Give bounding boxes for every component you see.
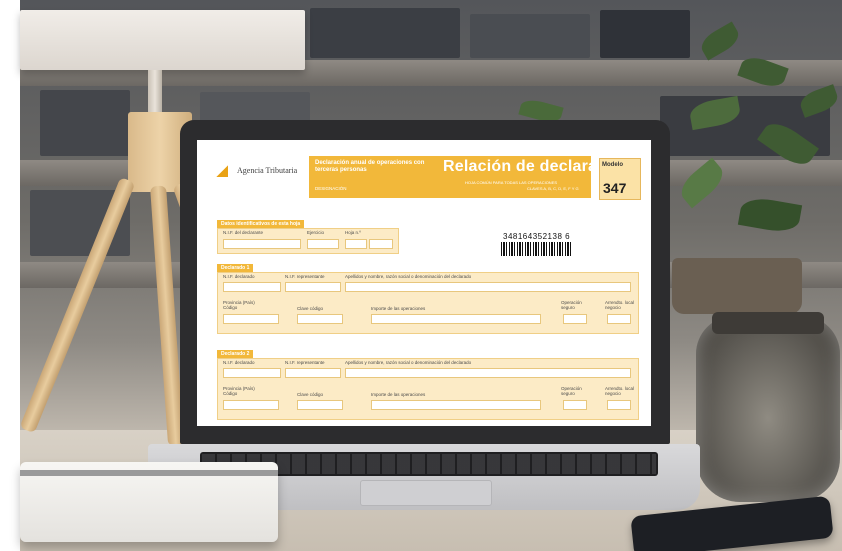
clave-field[interactable]: [297, 400, 343, 410]
hoja-field[interactable]: [345, 239, 367, 249]
field-label: Arrendto. local negocio: [605, 300, 635, 310]
importe-field[interactable]: [371, 314, 541, 324]
field-label: Ejercicio: [307, 230, 325, 235]
agency-name: Agencia Tributaria: [237, 166, 298, 175]
field-label: Apellidos y nombre, razón social o denom…: [345, 274, 472, 279]
barcode-number: 348164352138 6: [503, 232, 571, 241]
field-label: Operación seguro: [561, 300, 582, 310]
form-designation: DESIGNACIÓN: [315, 186, 347, 191]
hoja-total-field[interactable]: [369, 239, 393, 249]
form-note: CLAVES A, B, C, D, E, F Y G: [527, 186, 579, 191]
field-label: N.I.F. declarado: [223, 274, 255, 279]
nif-representante-field[interactable]: [285, 368, 341, 378]
modelo-label: Modelo: [602, 162, 623, 168]
section-tab: Declarado 2: [217, 350, 254, 358]
arrendamiento-field[interactable]: [607, 314, 631, 324]
arrendamiento-field[interactable]: [607, 400, 631, 410]
apellidos-field[interactable]: [345, 368, 631, 378]
field-label: Clave código: [297, 392, 324, 397]
field-label: Operación seguro: [561, 386, 582, 396]
field-label: Provincia (País) Código: [223, 300, 255, 310]
seguro-field[interactable]: [563, 314, 587, 324]
form-note: HOJA COMÚN PARA TODAS LAS OPERACIONES: [465, 180, 558, 185]
field-label: N.I.F. representante: [285, 360, 325, 365]
laptop-trackpad: [360, 480, 492, 506]
field-label: N.I.F. del declarante: [223, 230, 264, 235]
provincia-field[interactable]: [223, 314, 279, 324]
field-label: Hoja n.º: [345, 230, 361, 235]
provincia-field[interactable]: [223, 400, 279, 410]
nif-declarado-field[interactable]: [223, 368, 281, 378]
books: [600, 10, 690, 58]
books: [40, 90, 130, 156]
barcode: [501, 242, 573, 256]
field-label: Provincia (País) Código: [223, 386, 255, 396]
plant-pot: [672, 258, 802, 314]
field-label: Importe de las operaciones: [371, 392, 426, 397]
nif-representante-field[interactable]: [285, 282, 341, 292]
lamp-shade: [20, 10, 305, 70]
laptop-screen: ◢ Agencia Tributaria Declaración anual d…: [197, 140, 651, 426]
glass-jar: [696, 316, 840, 502]
field-label: Importe de las operaciones: [371, 306, 426, 311]
clave-field[interactable]: [297, 314, 343, 324]
photo-scene: ◢ Agencia Tributaria Declaración anual d…: [0, 0, 842, 551]
jar-lid: [712, 312, 824, 334]
importe-field[interactable]: [371, 400, 541, 410]
field-label: Apellidos y nombre, razón social o denom…: [345, 360, 472, 365]
field-label: N.I.F. declarado: [223, 360, 255, 365]
section-tab: Declarado 1: [217, 264, 254, 272]
nif-declarante-field[interactable]: [223, 239, 301, 249]
seguro-field[interactable]: [563, 400, 587, 410]
apellidos-field[interactable]: [345, 282, 631, 292]
form-subtitle: Declaración anual de operaciones con ter…: [315, 160, 425, 173]
image-margin: [0, 0, 20, 551]
nif-declarado-field[interactable]: [223, 282, 281, 292]
field-label: N.I.F. representante: [285, 274, 325, 279]
agency-logo-icon: ◢: [217, 162, 228, 178]
books: [310, 8, 460, 58]
field-label: Clave código: [297, 306, 324, 311]
books: [470, 14, 590, 58]
ejercicio-field[interactable]: [307, 239, 339, 249]
lamp-neck: [148, 70, 162, 116]
modelo-number: 347: [603, 180, 627, 196]
section-tab: Datos identificativos de esta hoja: [217, 220, 305, 228]
field-label: Arrendto. local negocio: [605, 386, 635, 396]
notebook-binding: [20, 470, 278, 476]
